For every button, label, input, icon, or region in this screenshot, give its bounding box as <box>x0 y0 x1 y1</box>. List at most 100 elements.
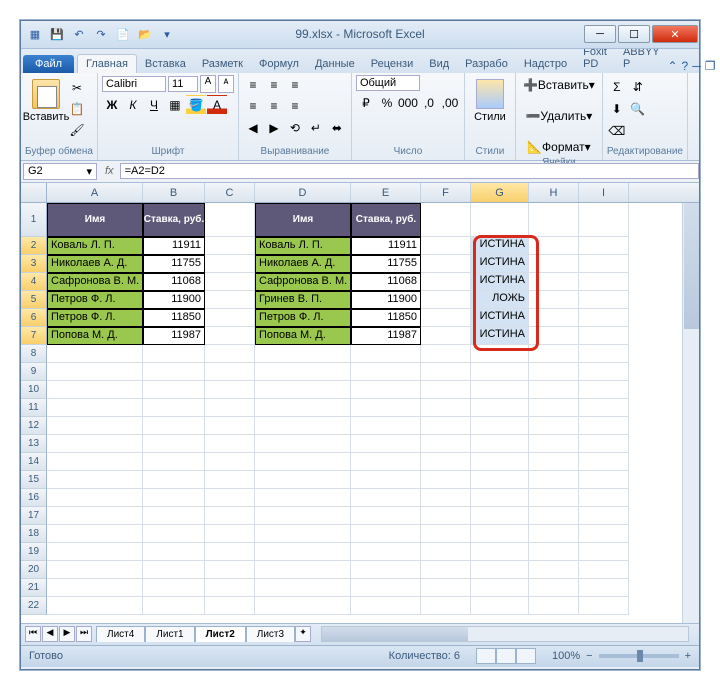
cell[interactable] <box>529 543 579 561</box>
cell[interactable] <box>421 273 471 291</box>
cell[interactable] <box>255 525 351 543</box>
cell[interactable] <box>255 597 351 615</box>
cell[interactable] <box>529 381 579 399</box>
close-button[interactable]: ✕ <box>652 25 698 43</box>
cell[interactable] <box>529 363 579 381</box>
cell[interactable] <box>529 471 579 489</box>
cell[interactable] <box>351 579 421 597</box>
cell[interactable] <box>421 417 471 435</box>
table2-rate[interactable]: 11900 <box>351 291 421 309</box>
save-icon[interactable]: 💾 <box>47 25 67 43</box>
cell[interactable] <box>205 471 255 489</box>
cell[interactable] <box>351 453 421 471</box>
cell[interactable] <box>47 345 143 363</box>
cell[interactable] <box>529 345 579 363</box>
open-icon[interactable]: 📂 <box>135 25 155 43</box>
table2-rate[interactable]: 11987 <box>351 327 421 345</box>
cell[interactable] <box>529 255 579 273</box>
table1-name[interactable]: Сафронова В. М. <box>47 273 143 291</box>
find-icon[interactable]: 🔍 <box>628 99 648 119</box>
cell[interactable] <box>205 435 255 453</box>
row-header[interactable]: 12 <box>21 417 47 435</box>
cell[interactable] <box>529 327 579 345</box>
print-preview-icon[interactable]: 📄 <box>113 25 133 43</box>
row-header[interactable]: 14 <box>21 453 47 471</box>
cell[interactable] <box>205 507 255 525</box>
cell[interactable] <box>255 561 351 579</box>
table2-name[interactable]: Попова М. Д. <box>255 327 351 345</box>
cell[interactable] <box>205 203 255 237</box>
cell[interactable] <box>529 453 579 471</box>
cell[interactable] <box>47 543 143 561</box>
cell[interactable] <box>205 255 255 273</box>
cell[interactable] <box>421 399 471 417</box>
cell[interactable] <box>471 345 529 363</box>
row-header[interactable]: 22 <box>21 597 47 615</box>
result-cell[interactable]: ИСТИНА <box>471 255 529 273</box>
paste-button[interactable]: Вставить <box>25 75 67 140</box>
cell[interactable] <box>529 237 579 255</box>
table1-rate[interactable]: 11755 <box>143 255 205 273</box>
copy-icon[interactable]: 📋 <box>67 99 87 119</box>
cell[interactable] <box>351 525 421 543</box>
view-pagebreak-icon[interactable] <box>516 648 536 664</box>
cell[interactable] <box>143 471 205 489</box>
sheet-tab[interactable]: Лист2 <box>195 626 246 642</box>
cell[interactable] <box>529 525 579 543</box>
table1-name[interactable]: Коваль Л. П. <box>47 237 143 255</box>
cell[interactable] <box>579 345 629 363</box>
cell[interactable] <box>205 417 255 435</box>
cell[interactable] <box>421 255 471 273</box>
cell[interactable] <box>143 579 205 597</box>
cell[interactable] <box>47 561 143 579</box>
cell[interactable] <box>529 309 579 327</box>
tab-view[interactable]: Вид <box>421 55 457 73</box>
cell[interactable] <box>529 489 579 507</box>
cell[interactable] <box>471 453 529 471</box>
cell[interactable] <box>529 203 579 237</box>
cell[interactable] <box>205 525 255 543</box>
qat-dropdown-icon[interactable]: ▾ <box>157 25 177 43</box>
cell[interactable] <box>421 561 471 579</box>
table1-rate[interactable]: 11987 <box>143 327 205 345</box>
increase-decimal-icon[interactable]: ,0 <box>419 93 439 113</box>
autosum-icon[interactable]: Σ <box>607 77 627 97</box>
cell[interactable] <box>421 525 471 543</box>
cell[interactable] <box>471 471 529 489</box>
cell[interactable] <box>471 597 529 615</box>
sheet-nav-next-icon[interactable]: ▶ <box>59 626 75 642</box>
cell[interactable] <box>529 597 579 615</box>
align-left-icon[interactable]: ≡ <box>243 96 263 116</box>
cell[interactable] <box>205 399 255 417</box>
percent-icon[interactable]: % <box>377 93 397 113</box>
sheet-tab[interactable]: Лист3 <box>246 626 295 642</box>
cell[interactable] <box>143 543 205 561</box>
cell[interactable] <box>143 435 205 453</box>
table1-rate[interactable]: 11850 <box>143 309 205 327</box>
excel-icon[interactable]: ▦ <box>25 25 45 43</box>
sort-filter-icon[interactable]: ⇵ <box>628 77 648 97</box>
new-sheet-icon[interactable]: ✦ <box>295 626 311 642</box>
namebox-dropdown-icon[interactable]: ▾ <box>86 165 92 178</box>
align-top-icon[interactable]: ≡ <box>243 75 263 95</box>
font-name-input[interactable] <box>102 76 166 92</box>
cell[interactable] <box>205 543 255 561</box>
tab-insert[interactable]: Вставка <box>137 55 194 73</box>
cell[interactable] <box>529 579 579 597</box>
cell[interactable] <box>421 489 471 507</box>
merge-icon[interactable]: ⬌ <box>327 118 347 138</box>
result-cell[interactable]: ИСТИНА <box>471 327 529 345</box>
row-header[interactable]: 18 <box>21 525 47 543</box>
table2-rate[interactable]: 11068 <box>351 273 421 291</box>
row-header[interactable]: 1 <box>21 203 47 237</box>
doc-minimize-icon[interactable]: ─ <box>692 59 701 73</box>
clear-icon[interactable]: ⌫ <box>607 121 627 141</box>
table2-header-rate[interactable]: Ставка, руб. <box>351 203 421 237</box>
cell[interactable] <box>351 363 421 381</box>
cell[interactable] <box>529 273 579 291</box>
cell[interactable] <box>351 471 421 489</box>
cell[interactable] <box>143 399 205 417</box>
table1-name[interactable]: Николаев А. Д. <box>47 255 143 273</box>
row-header[interactable]: 6 <box>21 309 47 327</box>
tab-developer[interactable]: Разрабо <box>457 55 516 73</box>
